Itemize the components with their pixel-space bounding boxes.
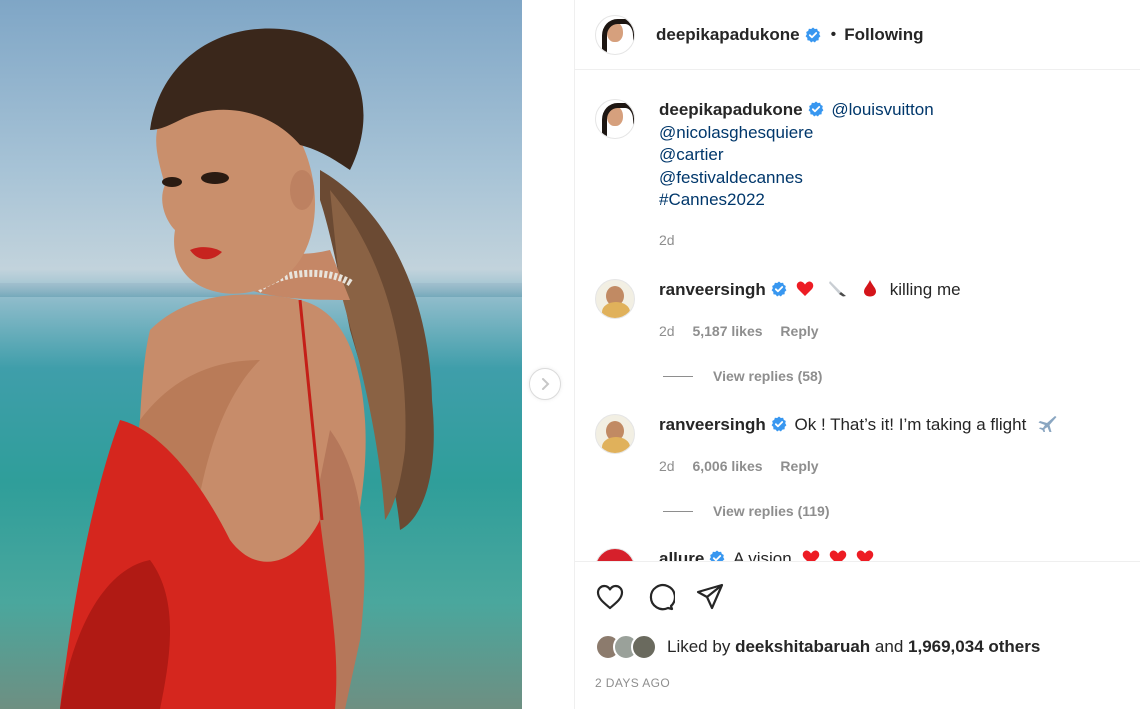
caption-text: deepikapadukone @louisvuitton @nicolasgh… [659,99,934,251]
commenter-username[interactable]: ranveersingh [659,280,766,299]
comments-list[interactable]: deepikapadukone @louisvuitton @nicolasgh… [575,71,1140,561]
post-detail-pane: deepikapadukone • Following deepikapaduk… [574,0,1140,709]
liked-by-prefix: Liked by [667,637,731,656]
replies-line [663,375,693,377]
comment-text: Ok ! That’s it! I’m taking a flight [794,415,1027,434]
comment-text: killing me [889,280,961,299]
commenter-username[interactable]: allure [659,549,704,561]
comment-row: allure A vision [595,548,874,561]
reply-button[interactable]: Reply [780,323,818,339]
heart-icon [596,584,624,610]
caption-username[interactable]: deepikapadukone [659,100,803,119]
hashtag-link[interactable]: #Cannes2022 [659,190,765,209]
author-username[interactable]: deepikapadukone [656,25,800,45]
heart-emoji [796,281,813,296]
view-replies-label: View replies (58) [713,368,823,384]
action-bar [595,582,725,612]
comment-text: A vision [733,549,792,561]
header-separator: • [830,25,837,43]
like-button[interactable] [595,582,625,612]
post-actions-section: Liked by deekshitabaruah and 1,969,034 o… [575,561,1140,709]
replies-line [663,510,693,512]
view-replies-label: View replies (119) [713,503,830,519]
heart-emoji [803,550,820,561]
caption-avatar[interactable] [595,99,635,139]
chevron-right-icon [542,378,550,390]
mention-link[interactable]: @festivaldecannes [659,168,803,187]
commenter-avatar[interactable] [595,279,635,319]
photo-subject-illustration [60,28,434,709]
mention-link[interactable]: @nicolasghesquiere [659,123,813,142]
knife-emoji [829,281,847,297]
reply-button[interactable]: Reply [780,458,818,474]
airplane-emoji [1038,416,1057,432]
post-timestamp[interactable]: 2 DAYS AGO [595,676,670,690]
photo-gutter [522,0,574,709]
caption-age: 2d [659,231,675,248]
liker-avatars[interactable] [595,634,657,660]
liker-username[interactable]: deekshitabaruah [735,637,870,657]
comment-likes[interactable]: 5,187 likes [692,323,762,339]
verified-badge-icon [771,281,787,297]
commenter-username[interactable]: ranveersingh [659,415,766,434]
caption-row: deepikapadukone @louisvuitton @nicolasgh… [595,99,934,251]
verified-badge-icon [771,416,787,432]
commenter-avatar[interactable] [595,414,635,454]
commenter-avatar[interactable] [595,548,635,561]
share-icon [696,583,724,610]
comment-age: 2d [659,322,675,339]
verified-badge-icon [805,27,821,42]
view-replies-button[interactable]: View replies (119) [663,503,829,519]
comment-row: ranveersingh Ok ! That’s it! I’m taking … [595,414,1057,477]
comment-body: ranveersingh killing me 2d 5,187 likes R… [659,279,961,342]
post-photo[interactable] [0,0,522,709]
comment-body: ranveersingh Ok ! That’s it! I’m taking … [659,414,1057,477]
likes-summary: Liked by deekshitabaruah and 1,969,034 o… [595,634,1040,660]
following-button[interactable]: Following [844,25,923,45]
verified-badge-icon [709,550,725,561]
verified-badge-icon [808,101,824,117]
next-photo-button[interactable] [529,368,561,400]
post-header: deepikapadukone • Following [575,0,1140,70]
mention-link[interactable]: @louisvuitton [831,100,933,119]
liked-by-conjunction: and [874,637,904,656]
share-button[interactable] [695,582,725,612]
drop-of-blood-emoji [863,280,876,297]
comment-likes[interactable]: 6,006 likes [692,458,762,474]
comment-body: allure A vision [659,548,874,561]
author-avatar[interactable] [595,14,635,55]
comment-row: ranveersingh killing me 2d 5,187 likes R… [595,279,961,342]
likes-count[interactable]: 1,969,034 others [908,637,1040,657]
comment-icon [649,584,676,611]
mention-link[interactable]: @cartier [659,145,724,164]
comment-age: 2d [659,457,675,474]
view-replies-button[interactable]: View replies (58) [663,368,822,384]
comment-button[interactable] [645,582,676,612]
heart-emoji [856,550,874,561]
heart-emoji [829,550,847,561]
